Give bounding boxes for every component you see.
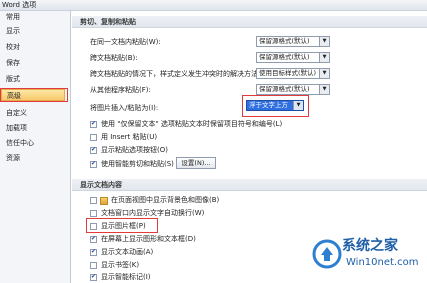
watermark-url: Win10net.com	[346, 257, 419, 268]
wrap-text-checkbox[interactable]	[90, 210, 97, 217]
select-value: 保留源格式(默认)	[259, 53, 310, 61]
chevron-down-icon: ▼	[319, 85, 329, 94]
smart-cut-paste-checkbox[interactable]	[90, 160, 97, 168]
sidebar-item-trust-center[interactable]: 信任中心	[6, 137, 34, 149]
sidebar-item-layout[interactable]: 版式	[6, 73, 20, 85]
advanced-highlight-box	[0, 88, 68, 102]
checkbox-label: 显示书签(K)	[101, 261, 140, 269]
checkbox-label: 显示粘贴选项按钮(O)	[101, 146, 168, 154]
paste-settings-button[interactable]: 设置(N)...	[176, 157, 216, 169]
paste-options-button-checkbox[interactable]	[90, 146, 97, 154]
keep-bullets-checkbox[interactable]	[90, 120, 97, 128]
show-smart-tags-checkbox[interactable]	[90, 273, 97, 281]
show-background-checkbox[interactable]	[90, 197, 97, 204]
paste-row-label: 在同一文档内粘贴(W):	[90, 38, 161, 46]
show-drawings-checkbox[interactable]	[90, 235, 97, 243]
sidebar-item-display[interactable]: 显示	[6, 25, 20, 37]
sidebar-item-save[interactable]: 保存	[6, 57, 20, 69]
checkbox-label: 使用智能剪切和粘贴(S)	[101, 160, 174, 168]
checkbox-label: 使用 "仅保留文本" 选项粘贴文本时保留项目符号和编号(L)	[101, 120, 283, 128]
select-value: 保留源格式(默认)	[259, 85, 310, 93]
window-titlebar: Word 选项	[0, 0, 427, 11]
paste-row-label: 跨文档粘贴(B):	[90, 54, 138, 62]
insert-picture-highlight-box	[242, 95, 309, 117]
insert-paste-checkbox[interactable]	[90, 134, 97, 141]
chevron-down-icon: ▼	[319, 37, 329, 46]
chevron-down-icon: ▼	[319, 69, 329, 78]
sidebar-item-customize[interactable]: 自定义	[6, 107, 27, 119]
sidebar-item-resources[interactable]: 资源	[6, 152, 20, 164]
select-value: 使用目标样式(默认)	[259, 69, 317, 77]
checkbox-label: 用 Insert 粘贴(U)	[101, 133, 158, 141]
paste-row-label: 将图片插入/粘贴为(I):	[90, 104, 159, 112]
options-sidebar: 常用 显示 校对 保存 版式 高级 自定义 加载项 信任中心 资源	[0, 11, 71, 283]
watermark-logo-icon	[312, 239, 342, 269]
paste-same-doc-select[interactable]: 保留源格式(默认) ▼	[256, 36, 330, 47]
checkbox-label: 显示文本动画(A)	[101, 248, 154, 256]
checkbox-label: 在页面视图中显示背景色和图像(B)	[111, 196, 220, 204]
checkbox-label: 在屏幕上显示图形和文本框(D)	[101, 235, 196, 243]
paste-style-conflict-select[interactable]: 使用目标样式(默认) ▼	[256, 68, 330, 79]
paste-other-program-select[interactable]: 保留源格式(默认) ▼	[256, 84, 330, 95]
checkbox-label: 文档窗口内显示文字自动换行(W)	[101, 209, 205, 217]
watermark-title: 系统之家	[342, 238, 398, 254]
sidebar-item-proofing[interactable]: 校对	[6, 41, 20, 53]
paste-row-label: 跨文档粘贴的情况下，样式定义发生冲突时的解决方法(E):	[90, 70, 271, 78]
paste-cross-doc-select[interactable]: 保留源格式(默认) ▼	[256, 52, 330, 63]
checkbox-label: 显示智能标记(I)	[101, 273, 151, 281]
show-text-animation-checkbox[interactable]	[90, 248, 97, 256]
chevron-down-icon: ▼	[319, 53, 329, 62]
sidebar-item-common[interactable]: 常用	[6, 11, 20, 23]
background-icon	[100, 197, 108, 205]
paste-row-label: 从其他程序粘贴(F):	[90, 86, 151, 94]
section-title-paste: 剪切、复制和粘贴	[72, 16, 427, 28]
site-watermark: 系统之家 Win10net.com	[312, 233, 424, 279]
section-title-display: 显示文档内容	[72, 179, 427, 191]
select-value: 保留源格式(默认)	[259, 37, 310, 45]
show-bookmarks-checkbox[interactable]	[90, 262, 97, 269]
sidebar-item-addins[interactable]: 加载项	[6, 122, 27, 134]
word-options-window: Word 选项 常用 显示 校对 保存 版式 高级 自定义 加载项 信任中心 资…	[0, 0, 427, 283]
picture-placeholder-highlight-box	[86, 218, 158, 233]
